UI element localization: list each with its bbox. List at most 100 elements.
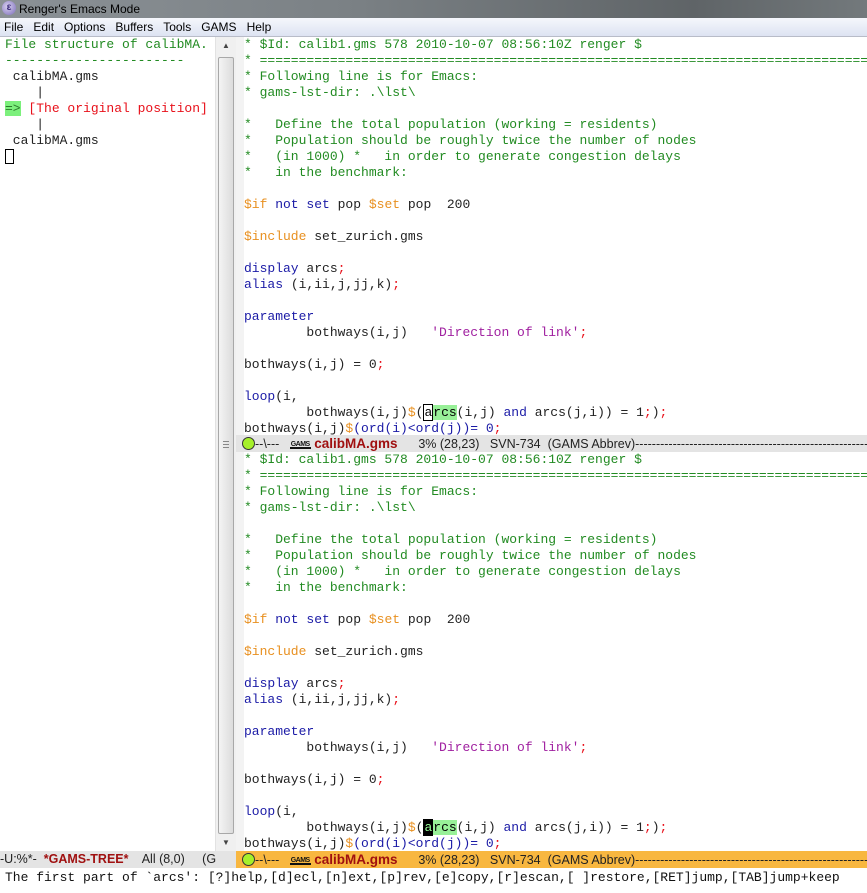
code-line[interactable]: * Population should be roughly twice the…: [244, 133, 867, 149]
code-line[interactable]: * $Id: calib1.gms 578 2010-10-07 08:56:1…: [244, 452, 867, 468]
editor-pane-upper[interactable]: * $Id: calib1.gms 578 2010-10-07 08:56:1…: [244, 37, 867, 435]
code-line[interactable]: [244, 628, 867, 644]
code-line[interactable]: * $Id: calib1.gms 578 2010-10-07 08:56:1…: [244, 37, 867, 53]
code-line[interactable]: [244, 708, 867, 724]
code-token: alias: [244, 277, 284, 292]
window-title: Renger's Emacs Mode: [19, 2, 141, 16]
code-line[interactable]: * Define the total population (working =…: [244, 532, 867, 548]
menu-gams[interactable]: GAMS: [196, 18, 241, 36]
modeline-buffer-name[interactable]: calibMA.gms: [314, 436, 397, 451]
modeline-modes[interactable]: (G: [202, 852, 216, 866]
menu-help[interactable]: Help: [242, 18, 277, 36]
scroll-down-arrow-icon[interactable]: ▼: [216, 834, 236, 851]
code-line[interactable]: [244, 516, 867, 532]
tree-item[interactable]: calibMA.gms: [0, 133, 215, 149]
code-token: pop 200: [400, 612, 471, 627]
code-line[interactable]: [244, 596, 867, 612]
modeline-buffer-name[interactable]: calibMA.gms: [314, 852, 397, 867]
code-line[interactable]: bothways(i,j)$(arcs(i,j) and arcs(j,i)) …: [244, 404, 867, 421]
modeline-buffer-name[interactable]: *GAMS-TREE*: [44, 852, 129, 866]
tree-item[interactable]: calibMA.gms: [0, 69, 215, 85]
code-line[interactable]: $if not set pop $set pop 200: [244, 197, 867, 213]
code-line[interactable]: [244, 756, 867, 772]
code-token: * Define the total population (working =…: [244, 532, 658, 547]
code-token: * ======================================…: [244, 468, 867, 483]
code-line[interactable]: * in the benchmark:: [244, 165, 867, 181]
editor-pane-lower[interactable]: * $Id: calib1.gms 578 2010-10-07 08:56:1…: [244, 452, 867, 851]
modeline-upper[interactable]: --\--- GAMS calibMA.gms 3% (28,23) SVN-7…: [236, 435, 867, 452]
modeline-status: -U:%*-: [0, 852, 37, 866]
code-token: ;: [579, 740, 588, 755]
code-line[interactable]: parameter: [244, 309, 867, 325]
text-cursor: a: [423, 404, 434, 421]
code-token: $include: [244, 644, 307, 659]
code-line[interactable]: alias (i,ii,j,jj,k);: [244, 277, 867, 293]
modeline-modes[interactable]: (GAMS Abbrev): [548, 853, 636, 867]
modeline-tree[interactable]: -U:%*- *GAMS-TREE* All (8,0) (G: [0, 851, 236, 868]
code-line[interactable]: parameter: [244, 724, 867, 740]
code-token: arcs: [298, 676, 338, 691]
gams-tree-pane[interactable]: File structure of calibMA. -------------…: [0, 37, 215, 851]
code-line[interactable]: [244, 660, 867, 676]
code-line[interactable]: bothways(i,j)$(arcs(i,j) and arcs(j,i)) …: [244, 819, 867, 836]
code-line[interactable]: bothways(i,j) = 0;: [244, 772, 867, 788]
code-line[interactable]: * (in 1000) * in order to generate conge…: [244, 149, 867, 165]
code-line[interactable]: [244, 341, 867, 357]
scrollbar-thumb[interactable]: [218, 57, 234, 834]
code-line[interactable]: loop(i,: [244, 389, 867, 405]
code-line[interactable]: display arcs;: [244, 261, 867, 277]
code-line[interactable]: * Following line is for Emacs:: [244, 69, 867, 85]
code-line[interactable]: [244, 213, 867, 229]
minibuffer[interactable]: The first part of `arcs': [?]help,[d]ecl…: [0, 868, 867, 893]
modeline-vc[interactable]: SVN-734: [490, 853, 541, 867]
code-line[interactable]: bothways(i,j)$(ord(i)<ord(j))= 0;: [244, 836, 867, 851]
code-line[interactable]: * gams-lst-dir: .\lst\: [244, 85, 867, 101]
code-token: 'Direction of link': [431, 325, 580, 340]
code-line[interactable]: bothways(i,j) 'Direction of link';: [244, 740, 867, 756]
code-line[interactable]: display arcs;: [244, 676, 867, 692]
tree-scrollbar[interactable]: ▲ ▼: [215, 37, 236, 851]
code-line[interactable]: $include set_zurich.gms: [244, 229, 867, 245]
modeline-lower-active[interactable]: --\--- GAMS calibMA.gms 3% (28,23) SVN-7…: [236, 851, 867, 868]
code-line[interactable]: bothways(i,j) = 0;: [244, 357, 867, 373]
menu-buffers[interactable]: Buffers: [110, 18, 158, 36]
code-line[interactable]: * Population should be roughly twice the…: [244, 548, 867, 564]
code-line[interactable]: $include set_zurich.gms: [244, 644, 867, 660]
code-token: bothways(i,j): [244, 325, 432, 340]
code-line[interactable]: [244, 293, 867, 309]
menu-edit[interactable]: Edit: [28, 18, 59, 36]
code-line[interactable]: * ======================================…: [244, 468, 867, 484]
code-line[interactable]: alias (i,ii,j,jj,k);: [244, 692, 867, 708]
scroll-up-arrow-icon[interactable]: ▲: [216, 37, 236, 54]
code-line[interactable]: * ======================================…: [244, 53, 867, 69]
code-line[interactable]: [244, 373, 867, 389]
menu-file[interactable]: File: [0, 18, 28, 36]
code-line[interactable]: [244, 181, 867, 197]
code-token: (i,j): [456, 820, 504, 835]
code-line[interactable]: bothways(i,j) 'Direction of link';: [244, 325, 867, 341]
modeline-modes[interactable]: (GAMS Abbrev): [548, 437, 636, 451]
code-token: arcs(j,i)) = 1: [526, 820, 644, 835]
code-line[interactable]: * gams-lst-dir: .\lst\: [244, 500, 867, 516]
menu-tools[interactable]: Tools: [158, 18, 196, 36]
code-token: (ord(i)<ord(j))= 0: [353, 421, 494, 435]
code-line[interactable]: * Following line is for Emacs:: [244, 484, 867, 500]
code-token: display: [244, 261, 299, 276]
code-line[interactable]: [244, 788, 867, 804]
tree-item-current[interactable]: => [The original position]: [0, 101, 215, 117]
menu-options[interactable]: Options: [59, 18, 110, 36]
modeline-vc[interactable]: SVN-734: [490, 437, 541, 451]
code-token: pop 200: [400, 197, 471, 212]
code-token: (i,ii,j,jj,k): [283, 692, 393, 707]
code-token: (i,: [275, 389, 299, 404]
code-line[interactable]: bothways(i,j)$(ord(i)<ord(j))= 0;: [244, 421, 867, 435]
code-line[interactable]: loop(i,: [244, 804, 867, 820]
code-line[interactable]: * in the benchmark:: [244, 580, 867, 596]
code-token: ;: [643, 820, 652, 835]
code-token: * (in 1000) * in order to generate conge…: [244, 149, 681, 164]
code-line[interactable]: $if not set pop $set pop 200: [244, 612, 867, 628]
code-line[interactable]: * (in 1000) * in order to generate conge…: [244, 564, 867, 580]
code-line[interactable]: [244, 245, 867, 261]
code-line[interactable]: [244, 101, 867, 117]
code-line[interactable]: * Define the total population (working =…: [244, 117, 867, 133]
